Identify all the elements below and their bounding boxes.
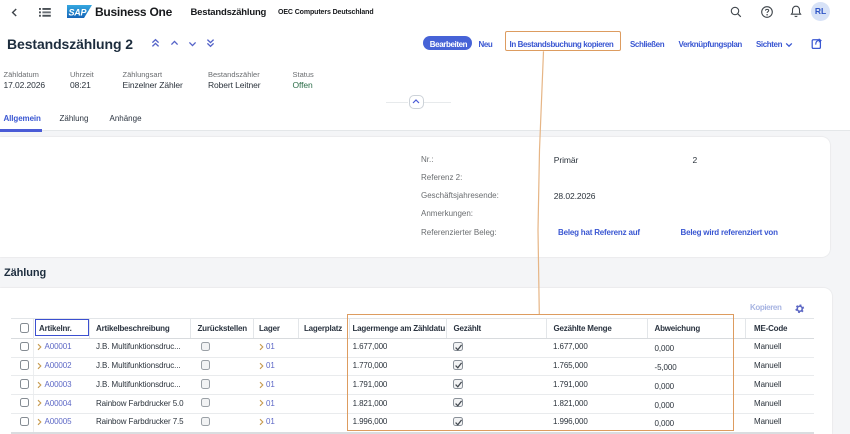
svg-text:SAP: SAP <box>69 7 88 17</box>
